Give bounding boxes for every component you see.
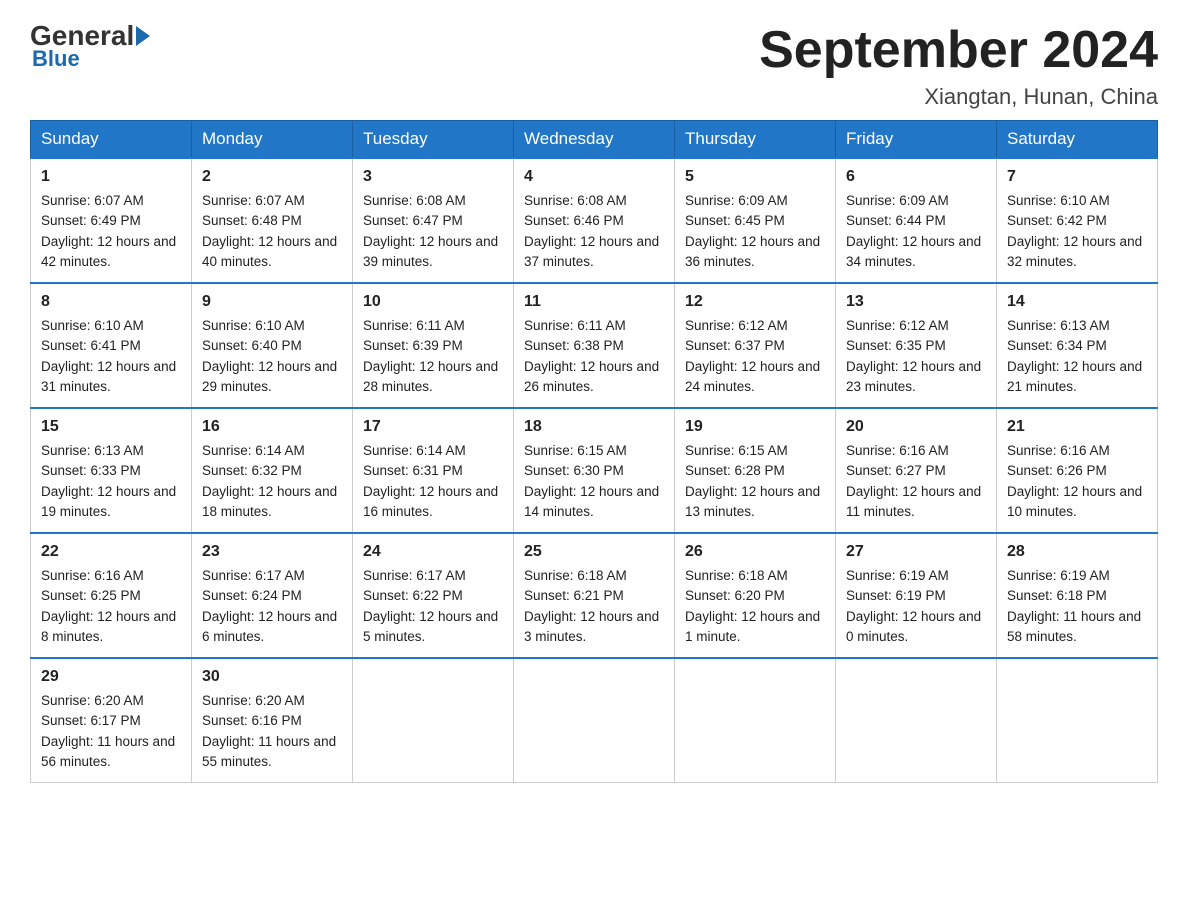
calendar-cell: 19Sunrise: 6:15 AMSunset: 6:28 PMDayligh…: [675, 408, 836, 533]
calendar-cell: 14Sunrise: 6:13 AMSunset: 6:34 PMDayligh…: [997, 283, 1158, 408]
calendar-cell: [997, 658, 1158, 783]
location: Xiangtan, Hunan, China: [759, 84, 1158, 110]
day-number: 15: [41, 415, 181, 439]
day-number: 25: [524, 540, 664, 564]
page-header: General Blue September 2024 Xiangtan, Hu…: [30, 20, 1158, 110]
day-number: 7: [1007, 165, 1147, 189]
day-number: 20: [846, 415, 986, 439]
day-number: 3: [363, 165, 503, 189]
day-number: 9: [202, 290, 342, 314]
day-number: 18: [524, 415, 664, 439]
calendar-cell: 8Sunrise: 6:10 AMSunset: 6:41 PMDaylight…: [31, 283, 192, 408]
month-title: September 2024: [759, 20, 1158, 80]
day-number: 14: [1007, 290, 1147, 314]
calendar-cell: 6Sunrise: 6:09 AMSunset: 6:44 PMDaylight…: [836, 158, 997, 283]
day-number: 27: [846, 540, 986, 564]
day-number: 29: [41, 665, 181, 689]
calendar-cell: [353, 658, 514, 783]
day-number: 2: [202, 165, 342, 189]
calendar-cell: 18Sunrise: 6:15 AMSunset: 6:30 PMDayligh…: [514, 408, 675, 533]
calendar-cell: 13Sunrise: 6:12 AMSunset: 6:35 PMDayligh…: [836, 283, 997, 408]
calendar-week-row: 8Sunrise: 6:10 AMSunset: 6:41 PMDaylight…: [31, 283, 1158, 408]
day-number: 21: [1007, 415, 1147, 439]
calendar-cell: [514, 658, 675, 783]
calendar-week-row: 1Sunrise: 6:07 AMSunset: 6:49 PMDaylight…: [31, 158, 1158, 283]
calendar-cell: 10Sunrise: 6:11 AMSunset: 6:39 PMDayligh…: [353, 283, 514, 408]
calendar-cell: 3Sunrise: 6:08 AMSunset: 6:47 PMDaylight…: [353, 158, 514, 283]
col-header-tuesday: Tuesday: [353, 121, 514, 159]
calendar-cell: 25Sunrise: 6:18 AMSunset: 6:21 PMDayligh…: [514, 533, 675, 658]
calendar-cell: 4Sunrise: 6:08 AMSunset: 6:46 PMDaylight…: [514, 158, 675, 283]
logo-arrow-icon: [136, 26, 150, 46]
calendar-cell: 20Sunrise: 6:16 AMSunset: 6:27 PMDayligh…: [836, 408, 997, 533]
day-number: 28: [1007, 540, 1147, 564]
col-header-thursday: Thursday: [675, 121, 836, 159]
calendar-cell: 1Sunrise: 6:07 AMSunset: 6:49 PMDaylight…: [31, 158, 192, 283]
col-header-wednesday: Wednesday: [514, 121, 675, 159]
calendar-week-row: 15Sunrise: 6:13 AMSunset: 6:33 PMDayligh…: [31, 408, 1158, 533]
calendar-cell: 26Sunrise: 6:18 AMSunset: 6:20 PMDayligh…: [675, 533, 836, 658]
calendar-cell: 27Sunrise: 6:19 AMSunset: 6:19 PMDayligh…: [836, 533, 997, 658]
title-block: September 2024 Xiangtan, Hunan, China: [759, 20, 1158, 110]
calendar-table: SundayMondayTuesdayWednesdayThursdayFrid…: [30, 120, 1158, 783]
day-number: 5: [685, 165, 825, 189]
day-number: 26: [685, 540, 825, 564]
day-number: 13: [846, 290, 986, 314]
calendar-cell: 9Sunrise: 6:10 AMSunset: 6:40 PMDaylight…: [192, 283, 353, 408]
day-number: 16: [202, 415, 342, 439]
calendar-cell: 17Sunrise: 6:14 AMSunset: 6:31 PMDayligh…: [353, 408, 514, 533]
col-header-saturday: Saturday: [997, 121, 1158, 159]
calendar-cell: 21Sunrise: 6:16 AMSunset: 6:26 PMDayligh…: [997, 408, 1158, 533]
day-number: 6: [846, 165, 986, 189]
day-number: 10: [363, 290, 503, 314]
calendar-cell: 16Sunrise: 6:14 AMSunset: 6:32 PMDayligh…: [192, 408, 353, 533]
day-number: 4: [524, 165, 664, 189]
day-number: 30: [202, 665, 342, 689]
calendar-cell: 15Sunrise: 6:13 AMSunset: 6:33 PMDayligh…: [31, 408, 192, 533]
calendar-header-row: SundayMondayTuesdayWednesdayThursdayFrid…: [31, 121, 1158, 159]
calendar-cell: [836, 658, 997, 783]
day-number: 19: [685, 415, 825, 439]
calendar-cell: 7Sunrise: 6:10 AMSunset: 6:42 PMDaylight…: [997, 158, 1158, 283]
col-header-sunday: Sunday: [31, 121, 192, 159]
logo-blue: Blue: [32, 46, 80, 72]
day-number: 17: [363, 415, 503, 439]
calendar-cell: 23Sunrise: 6:17 AMSunset: 6:24 PMDayligh…: [192, 533, 353, 658]
calendar-cell: 12Sunrise: 6:12 AMSunset: 6:37 PMDayligh…: [675, 283, 836, 408]
day-number: 22: [41, 540, 181, 564]
calendar-week-row: 29Sunrise: 6:20 AMSunset: 6:17 PMDayligh…: [31, 658, 1158, 783]
logo: General Blue: [30, 20, 152, 72]
calendar-cell: [675, 658, 836, 783]
calendar-cell: 30Sunrise: 6:20 AMSunset: 6:16 PMDayligh…: [192, 658, 353, 783]
calendar-cell: 11Sunrise: 6:11 AMSunset: 6:38 PMDayligh…: [514, 283, 675, 408]
col-header-monday: Monday: [192, 121, 353, 159]
day-number: 11: [524, 290, 664, 314]
calendar-cell: 2Sunrise: 6:07 AMSunset: 6:48 PMDaylight…: [192, 158, 353, 283]
day-number: 8: [41, 290, 181, 314]
calendar-cell: 29Sunrise: 6:20 AMSunset: 6:17 PMDayligh…: [31, 658, 192, 783]
day-number: 1: [41, 165, 181, 189]
calendar-cell: 28Sunrise: 6:19 AMSunset: 6:18 PMDayligh…: [997, 533, 1158, 658]
calendar-cell: 22Sunrise: 6:16 AMSunset: 6:25 PMDayligh…: [31, 533, 192, 658]
day-number: 12: [685, 290, 825, 314]
calendar-week-row: 22Sunrise: 6:16 AMSunset: 6:25 PMDayligh…: [31, 533, 1158, 658]
day-number: 24: [363, 540, 503, 564]
calendar-cell: 5Sunrise: 6:09 AMSunset: 6:45 PMDaylight…: [675, 158, 836, 283]
calendar-cell: 24Sunrise: 6:17 AMSunset: 6:22 PMDayligh…: [353, 533, 514, 658]
day-number: 23: [202, 540, 342, 564]
col-header-friday: Friday: [836, 121, 997, 159]
